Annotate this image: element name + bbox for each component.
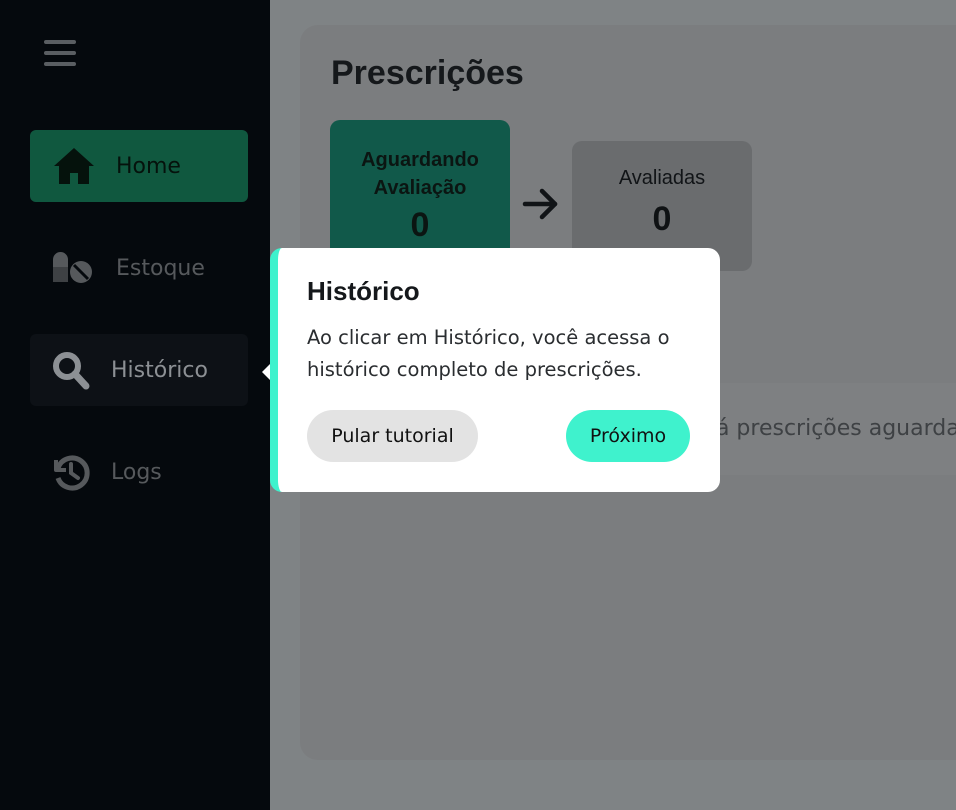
card-label-line1: Aguardando xyxy=(361,149,479,171)
search-icon xyxy=(53,352,90,390)
sidebar-item-label: Estoque xyxy=(116,255,205,281)
skip-tutorial-button[interactable]: Pular tutorial xyxy=(307,410,478,462)
home-icon xyxy=(54,148,94,184)
tooltip-body: Ao clicar em Histórico, você acessa o hi… xyxy=(307,326,670,381)
card-label: Avaliadas xyxy=(618,167,706,189)
empty-state-message: há prescrições aguarda xyxy=(702,416,956,441)
sidebar-item-estoque[interactable]: Estoque xyxy=(30,232,248,304)
sidebar-item-home[interactable]: Home xyxy=(30,130,248,202)
sidebar: Home Estoque Histórico Logs xyxy=(0,0,270,810)
page-title: Prescrições xyxy=(331,54,524,92)
sidebar-item-historico[interactable]: Histórico xyxy=(30,334,248,406)
arrow-right-icon xyxy=(522,188,558,220)
sidebar-item-label: Logs xyxy=(111,459,162,485)
card-value: 0 xyxy=(652,200,672,238)
sidebar-item-label: Histórico xyxy=(111,357,208,383)
pills-icon xyxy=(53,252,92,283)
card-label-line2: Avaliação xyxy=(373,177,467,199)
sidebar-item-logs[interactable]: Logs xyxy=(30,436,248,508)
card-value: 0 xyxy=(410,206,430,244)
sidebar-item-label: Home xyxy=(116,153,181,179)
tooltip-title: Histórico xyxy=(307,276,420,306)
next-button[interactable]: Próximo xyxy=(566,410,690,462)
history-icon xyxy=(54,455,90,491)
menu-icon[interactable] xyxy=(44,40,76,70)
